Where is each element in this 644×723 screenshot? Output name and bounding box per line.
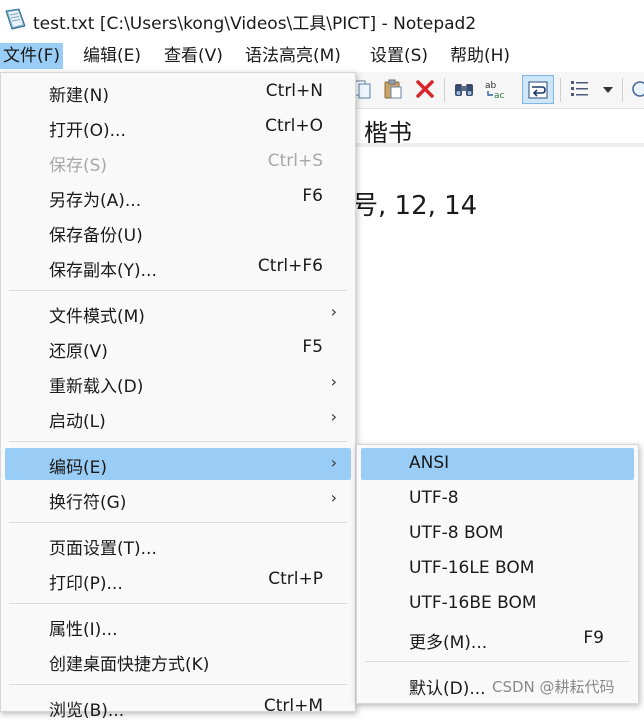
delete-icon[interactable] bbox=[414, 78, 436, 100]
menu-item-label: 属性(I)... bbox=[49, 620, 118, 640]
menu-item-shortcut: Ctrl+N bbox=[265, 81, 323, 101]
menu-item-shortcut: Ctrl+O bbox=[265, 116, 323, 136]
svg-text:ab: ab bbox=[485, 81, 497, 91]
menu-item-label: 默认(D)... bbox=[409, 679, 486, 699]
menu-item-save[interactable]: 保存(S) Ctrl+S bbox=[5, 146, 351, 178]
menu-item-label: 文件模式(M) bbox=[49, 307, 145, 327]
menu-item-save-copy[interactable]: 保存副本(Y)... Ctrl+F6 bbox=[5, 251, 351, 283]
menu-item-open[interactable]: 打开(O)... Ctrl+O bbox=[5, 111, 351, 143]
encoding-submenu: ANSI UTF-8 UTF-8 BOM UTF-16LE BOM UTF-16… bbox=[356, 444, 639, 704]
menu-item-label: 打印(P)... bbox=[49, 574, 123, 594]
menu-item-label: 编码(E) bbox=[49, 458, 108, 478]
menu-separator bbox=[365, 661, 630, 662]
menu-item-shortcut: Ctrl+P bbox=[268, 569, 323, 589]
word-wrap-icon bbox=[528, 81, 548, 99]
menu-item-line-endings[interactable]: 换行符(G) › bbox=[5, 483, 351, 515]
menu-separator bbox=[9, 522, 347, 523]
word-wrap-button[interactable] bbox=[522, 75, 554, 104]
menu-item-label: UTF-8 bbox=[409, 488, 459, 508]
menu-item-new[interactable]: 新建(N) Ctrl+N bbox=[5, 76, 351, 108]
menu-item-label: 换行符(G) bbox=[49, 493, 127, 513]
list-icon[interactable] bbox=[569, 78, 591, 100]
encoding-item-utf16be-bom[interactable]: UTF-16BE BOM bbox=[361, 588, 634, 620]
encoding-item-utf8-bom[interactable]: UTF-8 BOM bbox=[361, 518, 634, 550]
watermark-text: CSDN @耕耘代码 bbox=[492, 678, 615, 696]
menu-item-label: 新建(N) bbox=[49, 86, 109, 106]
editor-text-line: 号, 12, 14 bbox=[352, 191, 478, 221]
menu-item-launch[interactable]: 启动(L) › bbox=[5, 402, 351, 434]
menu-item-label: UTF-16BE BOM bbox=[409, 593, 537, 613]
menu-item-label: 创建桌面快捷方式(K) bbox=[49, 655, 210, 675]
menu-item-shortcut: F9 bbox=[583, 628, 604, 648]
toolbar: ab ac bbox=[353, 72, 644, 109]
menu-item-shortcut: Ctrl+M bbox=[263, 696, 323, 716]
find-icon[interactable] bbox=[453, 78, 475, 100]
notepad-icon bbox=[5, 8, 26, 30]
menu-view[interactable]: 查看(V) bbox=[161, 43, 226, 69]
replace-icon[interactable]: ab ac bbox=[484, 78, 506, 100]
menu-item-label: 还原(V) bbox=[49, 342, 108, 362]
encoding-item-more[interactable]: 更多(M)... F9 bbox=[361, 623, 634, 655]
menu-item-page-setup[interactable]: 页面设置(T)... bbox=[5, 529, 351, 561]
chevron-right-icon: › bbox=[330, 407, 337, 426]
menu-item-shortcut: F6 bbox=[302, 186, 323, 206]
menu-item-file-mode[interactable]: 文件模式(M) › bbox=[5, 297, 351, 329]
menu-item-label: 保存(S) bbox=[49, 156, 108, 176]
chevron-right-icon: › bbox=[330, 372, 337, 391]
menu-item-label: 另存为(A)... bbox=[49, 191, 142, 211]
menu-separator bbox=[9, 684, 347, 685]
title-bar: test.txt [C:\Users\kong\Videos\工具\PICT] … bbox=[0, 0, 644, 40]
menu-bar: 文件(F) 编辑(E) 查看(V) 语法高亮(M) 设置(S) 帮助(H) bbox=[0, 40, 644, 72]
menu-item-label: 保存备份(U) bbox=[49, 226, 143, 246]
paste-icon[interactable] bbox=[382, 78, 404, 100]
menu-item-properties[interactable]: 属性(I)... bbox=[5, 610, 351, 642]
menu-item-shortcut: Ctrl+F6 bbox=[257, 256, 323, 276]
zoom-icon[interactable] bbox=[630, 78, 644, 100]
menu-item-label: 保存副本(Y)... bbox=[49, 261, 157, 281]
menu-separator bbox=[9, 290, 347, 291]
menu-item-label: UTF-16LE BOM bbox=[409, 558, 535, 578]
menu-item-print[interactable]: 打印(P)... Ctrl+P bbox=[5, 564, 351, 596]
menu-item-shortcut: Ctrl+S bbox=[267, 151, 323, 171]
menu-item-reload[interactable]: 重新载入(D) › bbox=[5, 367, 351, 399]
menu-item-create-shortcut[interactable]: 创建桌面快捷方式(K) bbox=[5, 645, 351, 677]
encoding-item-utf16le-bom[interactable]: UTF-16LE BOM bbox=[361, 553, 634, 585]
toolbar-separator bbox=[622, 78, 623, 102]
menu-item-label: 启动(L) bbox=[49, 412, 106, 432]
menu-item-revert[interactable]: 还原(V) F5 bbox=[5, 332, 351, 364]
menu-item-shortcut: F5 bbox=[302, 337, 323, 357]
menu-item-save-as[interactable]: 另存为(A)... F6 bbox=[5, 181, 351, 213]
menu-help[interactable]: 帮助(H) bbox=[447, 43, 513, 69]
menu-item-label: 浏览(B)... bbox=[49, 701, 125, 721]
menu-item-label: 重新载入(D) bbox=[49, 377, 144, 397]
menu-file[interactable]: 文件(F) bbox=[0, 43, 64, 69]
menu-syntax[interactable]: 语法高亮(M) bbox=[242, 43, 344, 69]
menu-separator bbox=[9, 603, 347, 604]
menu-item-encoding[interactable]: 编码(E) › bbox=[5, 448, 351, 480]
toolbar-separator bbox=[444, 78, 445, 102]
chevron-right-icon: › bbox=[330, 302, 337, 321]
toolbar-separator bbox=[560, 78, 561, 102]
encoding-item-ansi[interactable]: ANSI bbox=[361, 448, 634, 480]
menu-item-label: UTF-8 BOM bbox=[409, 523, 504, 543]
svg-text:ac: ac bbox=[494, 91, 505, 100]
file-menu: 新建(N) Ctrl+N 打开(O)... Ctrl+O 保存(S) Ctrl+… bbox=[0, 72, 356, 721]
window-title: test.txt [C:\Users\kong\Videos\工具\PICT] … bbox=[33, 14, 477, 34]
dropdown-arrow-icon[interactable] bbox=[601, 78, 615, 100]
menu-item-label: 页面设置(T)... bbox=[49, 539, 157, 559]
chevron-right-icon: › bbox=[330, 453, 337, 472]
encoding-item-utf8[interactable]: UTF-8 bbox=[361, 483, 634, 515]
menu-item-save-backup[interactable]: 保存备份(U) bbox=[5, 216, 351, 248]
menu-item-label: 打开(O)... bbox=[49, 121, 126, 141]
editor-divider bbox=[356, 143, 644, 147]
menu-edit[interactable]: 编辑(E) bbox=[80, 43, 144, 69]
menu-separator bbox=[9, 441, 347, 442]
menu-item-label: ANSI bbox=[409, 453, 450, 473]
menu-item-browse[interactable]: 浏览(B)... Ctrl+M bbox=[5, 691, 351, 723]
menu-item-label: 更多(M)... bbox=[409, 633, 488, 653]
menu-settings[interactable]: 设置(S) bbox=[367, 43, 431, 69]
chevron-right-icon: › bbox=[330, 488, 337, 507]
